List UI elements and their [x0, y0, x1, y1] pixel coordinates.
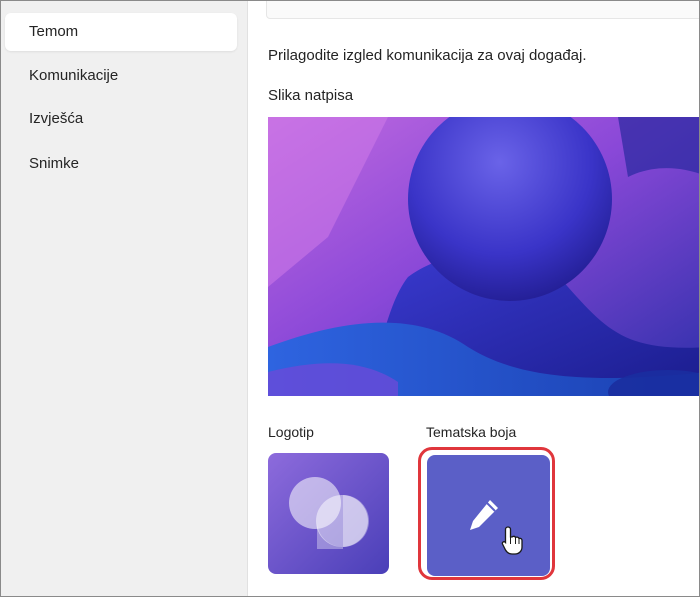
theme-color-label: Tematska boja — [426, 424, 517, 440]
sidebar-item-communications[interactable]: Komunikacije — [5, 57, 237, 95]
logo-label: Logotip — [268, 424, 314, 440]
sidebar: Temom Komunikacije Izvješća Snimke — [1, 1, 248, 596]
app-window: Temom Komunikacije Izvješća Snimke Prila… — [0, 0, 700, 597]
logo-tile[interactable] — [268, 453, 389, 574]
main-content: Prilagodite izgled komunikacija za ovaj … — [248, 1, 699, 596]
sidebar-item-label: Izvješća — [29, 110, 84, 127]
sidebar-item-label: Temom — [29, 23, 79, 40]
hand-pointer-icon — [501, 526, 523, 555]
previous-section-edge — [266, 1, 699, 19]
banner-image-label: Slika natpisa — [268, 87, 354, 104]
banner-artwork — [268, 117, 699, 396]
section-description: Prilagodite izgled komunikacija za ovaj … — [268, 47, 587, 64]
sidebar-item-recordings[interactable]: Snimke — [5, 145, 237, 183]
sidebar-item-theme[interactable]: Temom — [5, 13, 237, 51]
pencil-icon — [470, 500, 498, 530]
sidebar-item-label: Snimke — [29, 155, 80, 172]
sidebar-item-label: Komunikacije — [29, 67, 119, 84]
teams-logo-icon — [268, 453, 389, 574]
sidebar-item-reports[interactable]: Izvješća — [5, 100, 237, 138]
banner-image[interactable] — [268, 117, 699, 396]
theme-color-button[interactable] — [427, 455, 550, 576]
